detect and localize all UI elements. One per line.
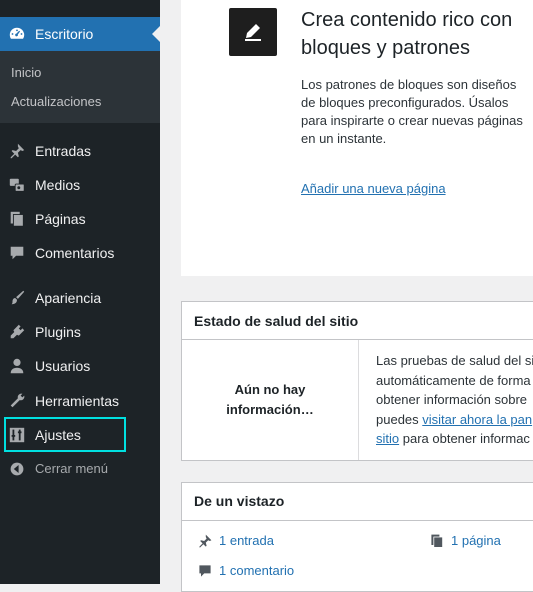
health-status-line: Aún no hay xyxy=(234,382,306,397)
menu-label: Comentarios xyxy=(35,245,115,261)
pin-icon xyxy=(196,532,214,550)
pen-icon xyxy=(229,8,277,56)
pin-icon xyxy=(8,142,26,160)
menu-label: Entradas xyxy=(35,143,92,159)
brush-icon xyxy=(8,289,26,307)
comment-icon xyxy=(8,244,26,262)
menu-item-apariencia[interactable]: Apariencia xyxy=(0,281,160,315)
menu-item-paginas[interactable]: Páginas xyxy=(0,202,160,236)
menu-label: Usuarios xyxy=(35,358,91,374)
glance-label: 1 comentario xyxy=(219,563,295,578)
menu-label: Páginas xyxy=(35,211,86,227)
wrench-icon xyxy=(8,392,26,410)
glance-label: 1 página xyxy=(451,533,501,548)
text-line: automáticamente de forma xyxy=(376,372,531,388)
menu-item-comentarios[interactable]: Comentarios xyxy=(0,236,160,270)
menu-label: Plugins xyxy=(35,324,81,340)
site-health-panel: Estado de salud del sitio Aún no hay inf… xyxy=(181,301,533,461)
media-icon xyxy=(8,176,26,194)
panel-title: De un vistazo xyxy=(194,493,285,509)
welcome-title: Crea contenido rico con bloques y patron… xyxy=(301,9,513,59)
pages-icon xyxy=(428,532,446,550)
menu-item-medios[interactable]: Medios xyxy=(0,168,160,202)
menu-label: Herramientas xyxy=(35,393,120,409)
menu-item-plugins[interactable]: Plugins xyxy=(0,315,160,349)
text-line: Las pruebas de salud del sit xyxy=(376,353,533,368)
text-line: sitio para obtener informac xyxy=(376,429,533,449)
health-status: Aún no hay información… xyxy=(182,340,359,460)
pages-icon xyxy=(8,210,26,228)
menu-label: Medios xyxy=(35,177,81,193)
divider xyxy=(182,520,533,521)
menu-label: Escritorio xyxy=(35,26,94,42)
admin-sidebar: Escritorio Inicio Actualizaciones Entrad… xyxy=(0,0,160,584)
menu-label: Cerrar menú xyxy=(35,461,108,476)
health-status-line: información… xyxy=(226,402,314,417)
menu-item-usuarios[interactable]: Usuarios xyxy=(0,349,160,383)
welcome-description: Los patrones de bloques son diseños de b… xyxy=(301,77,523,146)
menu-label: Apariencia xyxy=(35,290,102,306)
health-description: Las pruebas de salud del sit automáticam… xyxy=(376,351,533,449)
glance-label: 1 entrada xyxy=(219,533,274,548)
text: para obtener informac xyxy=(399,431,530,446)
visit-health-link[interactable]: visitar ahora la pan xyxy=(422,412,532,427)
dashboard-icon xyxy=(8,25,26,43)
at-a-glance-panel: De un vistazo 1 entrada 1 página 1 comen… xyxy=(181,482,533,592)
visit-health-link-cont[interactable]: sitio xyxy=(376,431,399,446)
collapse-menu-button[interactable]: Cerrar menú xyxy=(0,452,160,486)
dashboard-submenu: Inicio Actualizaciones xyxy=(0,51,160,123)
panel-title: Estado de salud del sitio xyxy=(194,313,359,329)
text-line: puedes visitar ahora la pan xyxy=(376,410,533,430)
plugin-icon xyxy=(8,323,26,341)
menu-item-herramientas[interactable]: Herramientas xyxy=(0,384,160,418)
add-new-page-link[interactable]: Añadir una nueva página xyxy=(301,181,446,196)
menu-item-escritorio[interactable]: Escritorio xyxy=(0,17,160,51)
welcome-panel: Crea contenido rico con bloques y patron… xyxy=(181,0,533,276)
text: puedes xyxy=(376,411,423,427)
users-icon xyxy=(8,357,26,375)
active-indicator xyxy=(152,26,160,42)
text-line: obtener información sobre xyxy=(376,392,528,407)
comment-icon xyxy=(196,562,214,580)
menu-item-entradas[interactable]: Entradas xyxy=(0,134,160,168)
collapse-icon xyxy=(8,460,26,478)
highlight-box xyxy=(4,417,126,452)
submenu-item-inicio[interactable]: Inicio xyxy=(11,65,41,80)
submenu-item-actualizaciones[interactable]: Actualizaciones xyxy=(11,94,101,109)
